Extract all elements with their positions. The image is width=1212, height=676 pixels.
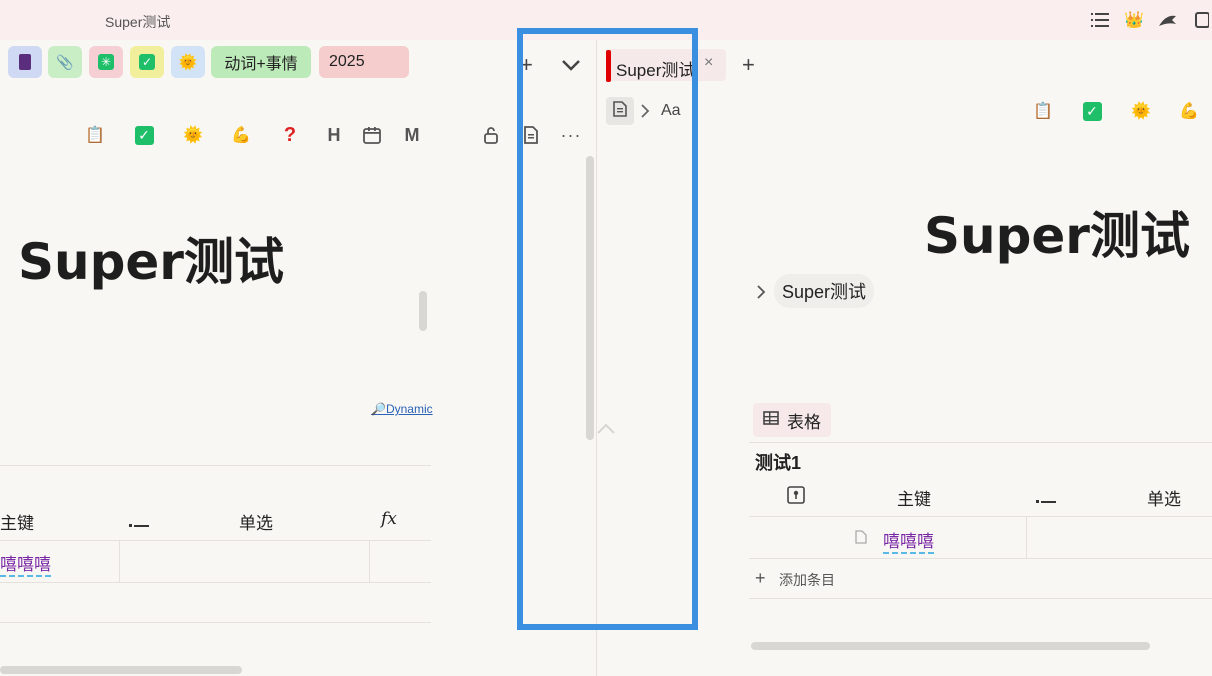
check-box-icon: ✓ (139, 54, 155, 70)
highlight-box (517, 28, 698, 630)
crown-icon[interactable]: 👑 (1124, 10, 1144, 30)
outline-list-icon[interactable] (1090, 10, 1110, 30)
column-header-single[interactable]: 单选 (239, 509, 273, 534)
chevron-right-icon[interactable] (756, 284, 766, 305)
divider (749, 442, 1212, 443)
smiling-sun-icon[interactable]: 🌞 (182, 124, 204, 146)
chip-sun[interactable]: 🌞 (171, 46, 205, 78)
chip-label: 动词+事情 (224, 56, 298, 73)
heading-button[interactable]: H (323, 124, 345, 146)
unlock-icon[interactable] (480, 124, 502, 146)
tab-table-view[interactable]: 表格 (753, 403, 831, 437)
question-icon[interactable]: ? (279, 124, 301, 146)
asterisk-icon: ✳ (98, 54, 114, 70)
smiling-sun-icon: 🌞 (178, 54, 198, 71)
column-header-primary[interactable]: 主键 (0, 509, 34, 534)
divider (0, 622, 431, 623)
divider (0, 540, 431, 541)
purple-book-icon (19, 54, 31, 70)
cell-divider (1026, 517, 1027, 558)
smiling-sun-icon[interactable]: 🌞 (1130, 100, 1152, 122)
calendar-icon[interactable] (361, 124, 383, 146)
primary-key-cell[interactable]: 嘻嘻嘻 (0, 550, 51, 577)
clipboard-icon[interactable]: 📋 (84, 124, 106, 146)
key-icon (787, 486, 805, 509)
m-button[interactable]: M (401, 124, 423, 146)
add-entry-button[interactable]: 添加条目 (779, 570, 835, 590)
horizontal-scrollbar[interactable] (751, 642, 1150, 650)
block-title[interactable]: Super测试 (774, 274, 875, 308)
clipboard-icon[interactable]: 📋 (1032, 100, 1054, 122)
chip-book[interactable] (8, 46, 42, 78)
formula-icon[interactable]: fx (381, 509, 397, 529)
chip-asterisk[interactable]: ✳ (89, 46, 123, 78)
check-box-icon[interactable]: ✓ (133, 124, 155, 146)
divider (749, 516, 1212, 517)
close-icon[interactable]: × (704, 54, 713, 72)
new-tab-button[interactable]: + (742, 52, 755, 78)
chip-check[interactable]: ✓ (130, 46, 164, 78)
page-title-right: Super测试 (924, 207, 1190, 265)
divider (0, 582, 431, 583)
cell-divider (119, 541, 120, 582)
chip-label: 2025 (329, 53, 365, 70)
check-box-icon[interactable]: ✓ (1081, 100, 1103, 122)
multi-select-icon (129, 516, 149, 534)
table-name[interactable]: 测试1 (755, 449, 801, 475)
column-header-primary[interactable]: 主键 (897, 485, 931, 510)
flexed-biceps-icon[interactable]: 💪 (230, 124, 252, 146)
inner-scrollbar[interactable] (419, 291, 427, 331)
window-title: Super测试 (105, 14, 171, 30)
document-icon (855, 530, 867, 549)
column-header-single[interactable]: 单选 (1147, 485, 1181, 510)
primary-key-cell[interactable]: 嘻嘻嘻 (883, 527, 934, 554)
horizontal-scrollbar[interactable] (0, 666, 242, 674)
multi-select-icon (1036, 492, 1056, 510)
window-icon[interactable] (1192, 10, 1212, 30)
table-icon (763, 410, 779, 430)
cell-divider (369, 541, 370, 582)
pin-icon: 📎 (56, 53, 74, 70)
divider (749, 558, 1212, 559)
add-icon[interactable]: + (755, 568, 766, 589)
chip-year[interactable]: 2025 (319, 46, 409, 78)
page-title: Super测试 (18, 233, 284, 291)
table-tab-label: 表格 (787, 412, 821, 432)
surf-icon[interactable] (1158, 10, 1178, 30)
divider (749, 598, 1212, 599)
divider (0, 465, 431, 466)
chip-verb-thing[interactable]: 动词+事情 (211, 46, 311, 78)
dynamic-link[interactable]: 🔎Dynamic (371, 402, 433, 416)
chip-pin[interactable]: 📎 (48, 46, 82, 78)
flexed-biceps-icon[interactable]: 💪 (1178, 100, 1200, 122)
titlebar-icons: 👑 (1090, 8, 1212, 32)
